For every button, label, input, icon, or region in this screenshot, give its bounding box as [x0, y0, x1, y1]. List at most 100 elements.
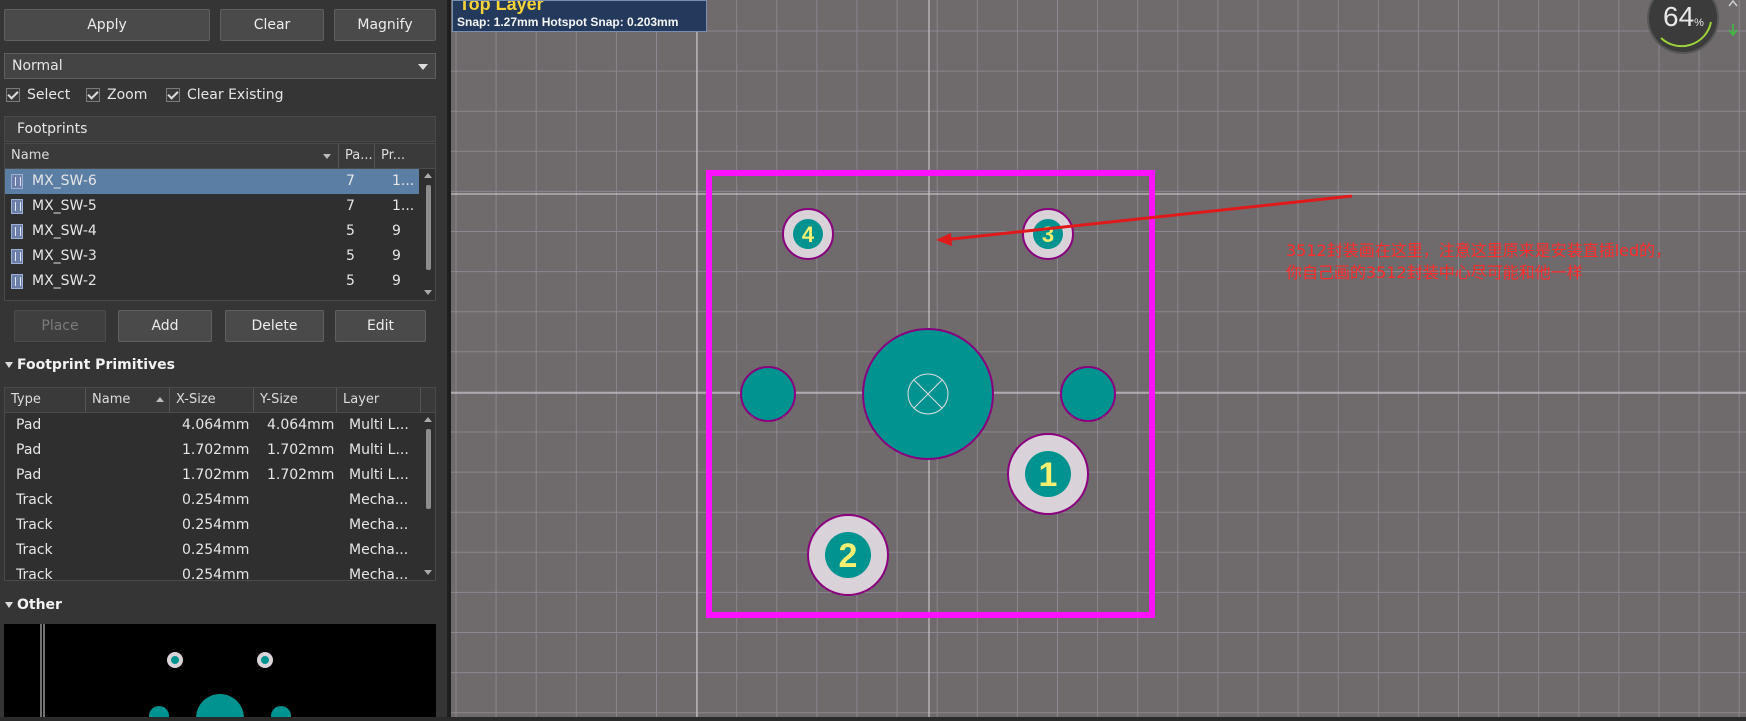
table-row[interactable]: Track 0.254mm Mecha... [5, 488, 419, 513]
column-header-pads[interactable]: Pa... [339, 144, 375, 168]
select-checkbox[interactable]: Select [6, 86, 70, 104]
primitives-table: Type Name X-Size Y-Size Layer Pad 4.064mm… [4, 387, 436, 581]
footprints-table: Name Pa... Pr... MX_SW-6 7 1... MX_SW-5 … [4, 143, 436, 301]
primitive-layer: Mecha... [349, 567, 409, 581]
column-header-name[interactable]: Name [86, 388, 170, 412]
clear-button[interactable]: Clear [220, 9, 324, 41]
view-nav-arrows[interactable] [1726, 0, 1740, 40]
column-header-y-size[interactable]: Y-Size [254, 388, 337, 412]
column-header-layer[interactable]: Layer [337, 388, 421, 412]
pad-label-p3: 3 [1042, 222, 1054, 247]
primitive-layer: Mecha... [349, 492, 409, 508]
footprint-name: MX_SW-6 [32, 173, 97, 189]
table-row[interactable]: Track 0.254mm Mecha... [5, 563, 419, 581]
other-section[interactable]: Other [5, 597, 62, 613]
clear-existing-checkbox-label: Clear Existing [187, 87, 284, 103]
board-background [451, 0, 1746, 717]
footprint-primitives-title: Footprint Primitives [17, 357, 175, 373]
mode-select[interactable]: Normal [4, 53, 436, 79]
footprint-prims: 9 [392, 223, 401, 239]
primitive-x: 0.254mm [182, 492, 250, 508]
footprints-table-header: Name Pa... Pr... [5, 144, 435, 169]
scroll-up-icon[interactable] [424, 417, 432, 422]
scroll-up-icon[interactable] [424, 173, 432, 178]
primitive-type: Pad [16, 467, 42, 483]
column-header-x-size[interactable]: X-Size [170, 388, 254, 412]
footprint-pads: 5 [346, 273, 355, 289]
table-row[interactable]: MX_SW-6 7 1... [5, 169, 419, 194]
scroll-down-icon[interactable] [424, 570, 432, 575]
annotation-line-2: 你自己画的3512封装中心尽可能和他一样 [1286, 263, 1583, 282]
primitive-layer: Mecha... [349, 517, 409, 533]
mounting-hole-left [740, 366, 796, 422]
footprint-name: MX_SW-3 [32, 248, 97, 264]
column-header-name[interactable]: Name [5, 144, 339, 168]
zoom-checkbox-label: Zoom [107, 87, 148, 103]
footprints-header-label: Footprints [17, 121, 88, 137]
primitive-x: 1.702mm [182, 467, 250, 483]
delete-button[interactable]: Delete [225, 310, 324, 342]
select-checkbox-label: Select [27, 87, 71, 103]
table-row[interactable]: MX_SW-2 5 9 [5, 269, 419, 294]
place-button[interactable]: Place [14, 310, 106, 342]
magnify-button[interactable]: Magnify [334, 9, 436, 41]
footprint-icon [11, 274, 23, 289]
column-header-type[interactable]: Type [5, 388, 86, 412]
pcb-drawing: 4 3 1 2 [451, 0, 1746, 717]
mode-select-value: Normal [12, 58, 63, 74]
add-button[interactable]: Add [118, 310, 212, 342]
footprint-icon [11, 249, 23, 264]
table-row[interactable]: Pad 1.702mm 1.702mm Multi L... [5, 463, 419, 488]
scroll-thumb[interactable] [426, 429, 431, 509]
chevron-down-icon [418, 64, 428, 70]
primitive-x: 0.254mm [182, 517, 250, 533]
footprint-preview [4, 624, 436, 717]
scroll-thumb[interactable] [426, 185, 431, 270]
zoom-indicator[interactable]: 64% [1647, 0, 1719, 54]
primitive-type: Pad [16, 442, 42, 458]
footprint-panel: Apply Clear Magnify Normal Select Zoom C… [0, 0, 447, 717]
apply-button[interactable]: Apply [4, 9, 210, 41]
primitive-x: 0.254mm [182, 542, 250, 558]
footprint-pads: 7 [346, 173, 355, 189]
primitive-y: 1.702mm [267, 467, 335, 483]
primitive-type: Track [16, 567, 53, 581]
footprint-primitives-section[interactable]: Footprint Primitives [5, 357, 175, 373]
sort-up-icon [156, 397, 164, 402]
collapse-triangle-icon [5, 602, 13, 608]
clear-existing-checkbox[interactable]: Clear Existing [166, 86, 284, 104]
zoom-checkbox[interactable]: Zoom [86, 86, 147, 104]
edit-button[interactable]: Edit [335, 310, 426, 342]
table-row[interactable]: Pad 4.064mm 4.064mm Multi L... [5, 413, 419, 438]
checkbox-checked-icon [166, 88, 180, 102]
footprint-pads: 5 [346, 223, 355, 239]
sort-down-icon [323, 154, 331, 159]
pcb-canvas[interactable]: 4 3 1 2 [451, 0, 1746, 717]
table-row[interactable]: MX_SW-5 7 1... [5, 194, 419, 219]
table-row[interactable]: Track 0.254mm Mecha... [5, 538, 419, 563]
checkbox-checked-icon [6, 88, 20, 102]
scroll-down-icon[interactable] [424, 290, 432, 295]
primitive-type: Track [16, 517, 53, 533]
current-layer-label: Top Layer [459, 0, 544, 14]
primitive-x: 1.702mm [182, 442, 250, 458]
zoom-unit: % [1694, 17, 1704, 29]
collapse-triangle-icon [5, 362, 13, 368]
primitive-layer: Multi L... [349, 417, 409, 433]
primitives-scrollbar[interactable] [423, 417, 433, 575]
footprints-scrollbar[interactable] [423, 173, 433, 295]
footprint-pads: 7 [346, 198, 355, 214]
footprint-icon [11, 199, 23, 214]
nav-arrows-icon [1728, 0, 1738, 37]
table-row[interactable]: MX_SW-4 5 9 [5, 219, 419, 244]
primitive-type: Track [16, 542, 53, 558]
column-header-primitives[interactable]: Pr... [375, 144, 421, 168]
table-row[interactable]: Pad 1.702mm 1.702mm Multi L... [5, 438, 419, 463]
table-row[interactable]: Track 0.254mm Mecha... [5, 513, 419, 538]
table-row[interactable]: MX_SW-3 5 9 [5, 244, 419, 269]
pad-label-p4: 4 [802, 222, 815, 247]
primitive-y: 1.702mm [267, 442, 335, 458]
pad-label-p2: 2 [839, 537, 858, 575]
pad-label-p1: 1 [1039, 456, 1058, 494]
layer-info-overlay: Top Layer Snap: 1.27mm Hotspot Snap: 0.2… [452, 0, 707, 32]
